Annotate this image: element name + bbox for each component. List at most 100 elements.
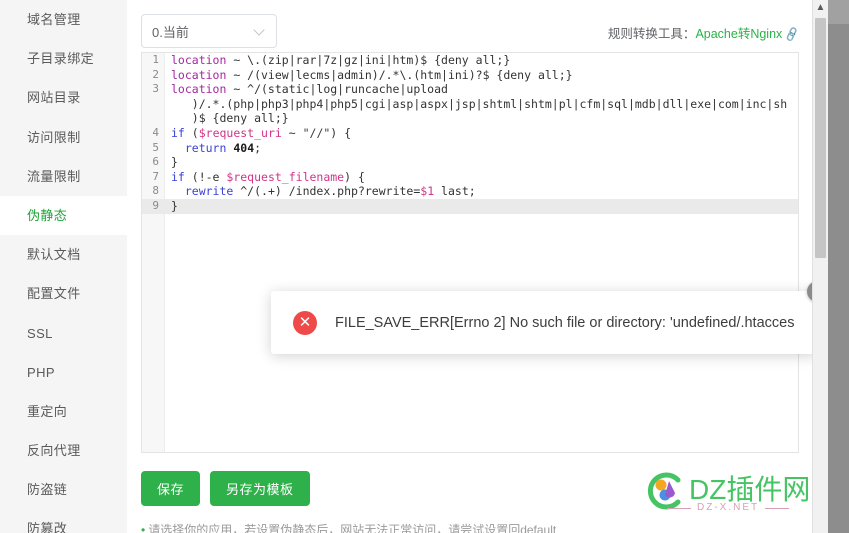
rule-converter: 规则转换工具：Apache转Nginx 🔗 (607, 23, 801, 43)
sidebar-item-8[interactable]: SSL (0, 314, 127, 353)
code-token: ~ \.(zip|rar|7z|gz|ini|htm)$ {deny all;} (226, 53, 511, 67)
x-circle-icon: ✕ (293, 310, 317, 335)
line-text: location ~ ^/(static|log|runcache|upload (164, 82, 798, 97)
dz-logo-icon (647, 472, 681, 510)
code-token: } (171, 155, 178, 170)
code-token: ) { (344, 169, 365, 184)
background-right-column (828, 0, 849, 533)
sidebar-item-4[interactable]: 流量限制 (0, 157, 127, 196)
code-token: ; (254, 140, 262, 155)
code-token: $1 (420, 184, 435, 199)
code-line: 8 rewrite ^/(.+) /index.php?rewrite=$1 l… (142, 184, 798, 199)
sidebar-item-5[interactable]: 伪静态 (0, 195, 127, 236)
error-toast: ✕ FILE_SAVE_ERR[Errno 2] No such file or… (271, 291, 813, 354)
background-divider (828, 23, 849, 24)
sidebar: 域名管理 子目录绑定 网站目录 访问限制 流量限制 伪静态 默认文档 配置文件 SSL PHP 重定… (0, 0, 128, 533)
line-number: 9 (142, 198, 164, 214)
watermark-subtitle: DZ-X.NET (666, 502, 790, 513)
code-line: 7 if (!-e $request_filename) { (142, 169, 798, 185)
editor-code-area[interactable]: 1 location ~ \.(zip|rar|7z|gz|ini|htm)$ {… (142, 53, 798, 452)
code-token: ) { (330, 125, 352, 140)
sidebar-item-1[interactable]: 子目录绑定 (0, 39, 127, 78)
code-line: 3 location ~ ^/(static|log|runcache|uploa… (142, 82, 798, 97)
code-token: } (171, 198, 178, 213)
error-message: FILE_SAVE_ERR[Errno 2] No such file or d… (335, 314, 795, 331)
watermark: DZ插件网 DZ-X.NET (645, 466, 813, 520)
code-token: $request_filename (226, 169, 345, 184)
save-as-template-button[interactable]: 另存为模板 (210, 471, 310, 506)
line-number: 5 (142, 140, 164, 156)
code-token: ( (184, 125, 199, 140)
code-token: location (171, 53, 227, 67)
sidebar-item-6[interactable]: 默认文档 (0, 235, 127, 274)
line-text: )$ {deny all;} (164, 111, 798, 126)
code-token: return (184, 140, 227, 155)
link-icon: 🔗 (783, 26, 801, 43)
line-number (142, 96, 164, 112)
line-text: )/.*.(php|php3|php4|php5|cgi|asp|aspx|js… (164, 97, 798, 112)
hint-label: 请选择你的应用，若设置伪静态后，网站无法正常访问，请尝试设置回default (148, 523, 557, 533)
watermark-title: DZ插件网 (689, 474, 811, 505)
line-number: 1 (142, 53, 164, 68)
sidebar-item-0[interactable]: 域名管理 (0, 0, 127, 39)
code-token: last; (434, 184, 476, 199)
code-token: )/.*.(php|php3|php4|php5|cgi|asp|aspx|js… (171, 96, 788, 111)
code-token: if (171, 169, 185, 184)
code-token: 404 (233, 140, 255, 155)
code-token: )$ {deny all;} (171, 111, 289, 126)
code-token: ~ /(view|lecms|admin)/.*\.(htm|ini)?$ {d… (226, 67, 573, 82)
code-token: ^/(.+) /index.php?rewrite= (233, 184, 421, 199)
scrollbar-thumb[interactable] (815, 18, 826, 258)
sidebar-item-10[interactable]: 重定向 (0, 392, 127, 431)
sidebar-item-12[interactable]: 防盗链 (0, 470, 127, 509)
sidebar-item-3[interactable]: 访问限制 (0, 118, 127, 157)
code-token: "//" (302, 125, 331, 140)
toolbar: 0.当前 规则转换工具：Apache转Nginx 🔗 (141, 14, 801, 48)
line-text: rewrite ^/(.+) /index.php?rewrite=$1 las… (164, 184, 798, 199)
code-line: 5 return 404; (142, 140, 798, 156)
line-text: return 404; (164, 141, 798, 156)
line-number: 2 (142, 67, 164, 83)
line-number: 3 (142, 82, 164, 97)
app-select-value: 0.当前 (152, 24, 189, 40)
rewrite-rules-editor[interactable]: 1 location ~ \.(zip|rar|7z|gz|ini|htm)$ {… (141, 52, 799, 453)
sidebar-item-11[interactable]: 反向代理 (0, 431, 127, 470)
code-token: rewrite (184, 184, 234, 199)
rule-converter-label: 规则转换工具： (607, 27, 696, 41)
chevron-down-icon (254, 25, 266, 37)
action-buttons: 保存 另存为模板 (141, 471, 320, 506)
line-text: location ~ \.(zip|rar|7z|gz|ini|htm)$ {d… (164, 53, 798, 68)
code-token: location (171, 82, 227, 97)
code-token: if (171, 125, 185, 140)
hint-text: • 请选择你的应用，若设置伪静态后，网站无法正常访问，请尝试设置回default (141, 521, 556, 533)
sidebar-item-9[interactable]: PHP (0, 353, 127, 392)
code-token: ~ (281, 125, 303, 140)
app-select-dropdown[interactable]: 0.当前 (141, 14, 277, 48)
code-line: )$ {deny all;} (142, 111, 798, 126)
page-scrollbar[interactable]: ▲ (812, 0, 828, 533)
chevron-up-icon[interactable]: ▲ (813, 0, 828, 16)
code-token: location (171, 67, 227, 82)
code-line: 1 location ~ \.(zip|rar|7z|gz|ini|htm)$ {… (142, 53, 798, 68)
line-text: } (164, 155, 798, 170)
code-line: 4 if ($request_uri ~ "//") { (142, 125, 798, 141)
line-text: } (164, 198, 798, 214)
code-line: 6} (142, 155, 798, 170)
code-token: (!-e (184, 169, 227, 184)
sidebar-item-7[interactable]: 配置文件 (0, 274, 127, 313)
code-line: 2 location ~ /(view|lecms|admin)/.*\.(htm… (142, 67, 798, 83)
line-text: if ($request_uri ~ "//") { (164, 126, 798, 141)
code-line: )/.*.(php|php3|php4|php5|cgi|asp|aspx|js… (142, 96, 798, 112)
sidebar-item-13[interactable]: 防篡改 (0, 509, 127, 533)
apache-to-nginx-link[interactable]: Apache转Nginx (695, 27, 782, 41)
save-button[interactable]: 保存 (141, 471, 201, 506)
line-number: 7 (142, 169, 164, 185)
line-number: 4 (142, 125, 164, 141)
content-panel: 0.当前 规则转换工具：Apache转Nginx 🔗 1 location ~ \.… (127, 0, 813, 533)
sidebar-item-2[interactable]: 网站目录 (0, 78, 127, 117)
line-number (142, 111, 164, 126)
line-text: location ~ /(view|lecms|admin)/.*\.(htm|… (164, 68, 798, 83)
code-token: $request_uri (198, 125, 282, 140)
